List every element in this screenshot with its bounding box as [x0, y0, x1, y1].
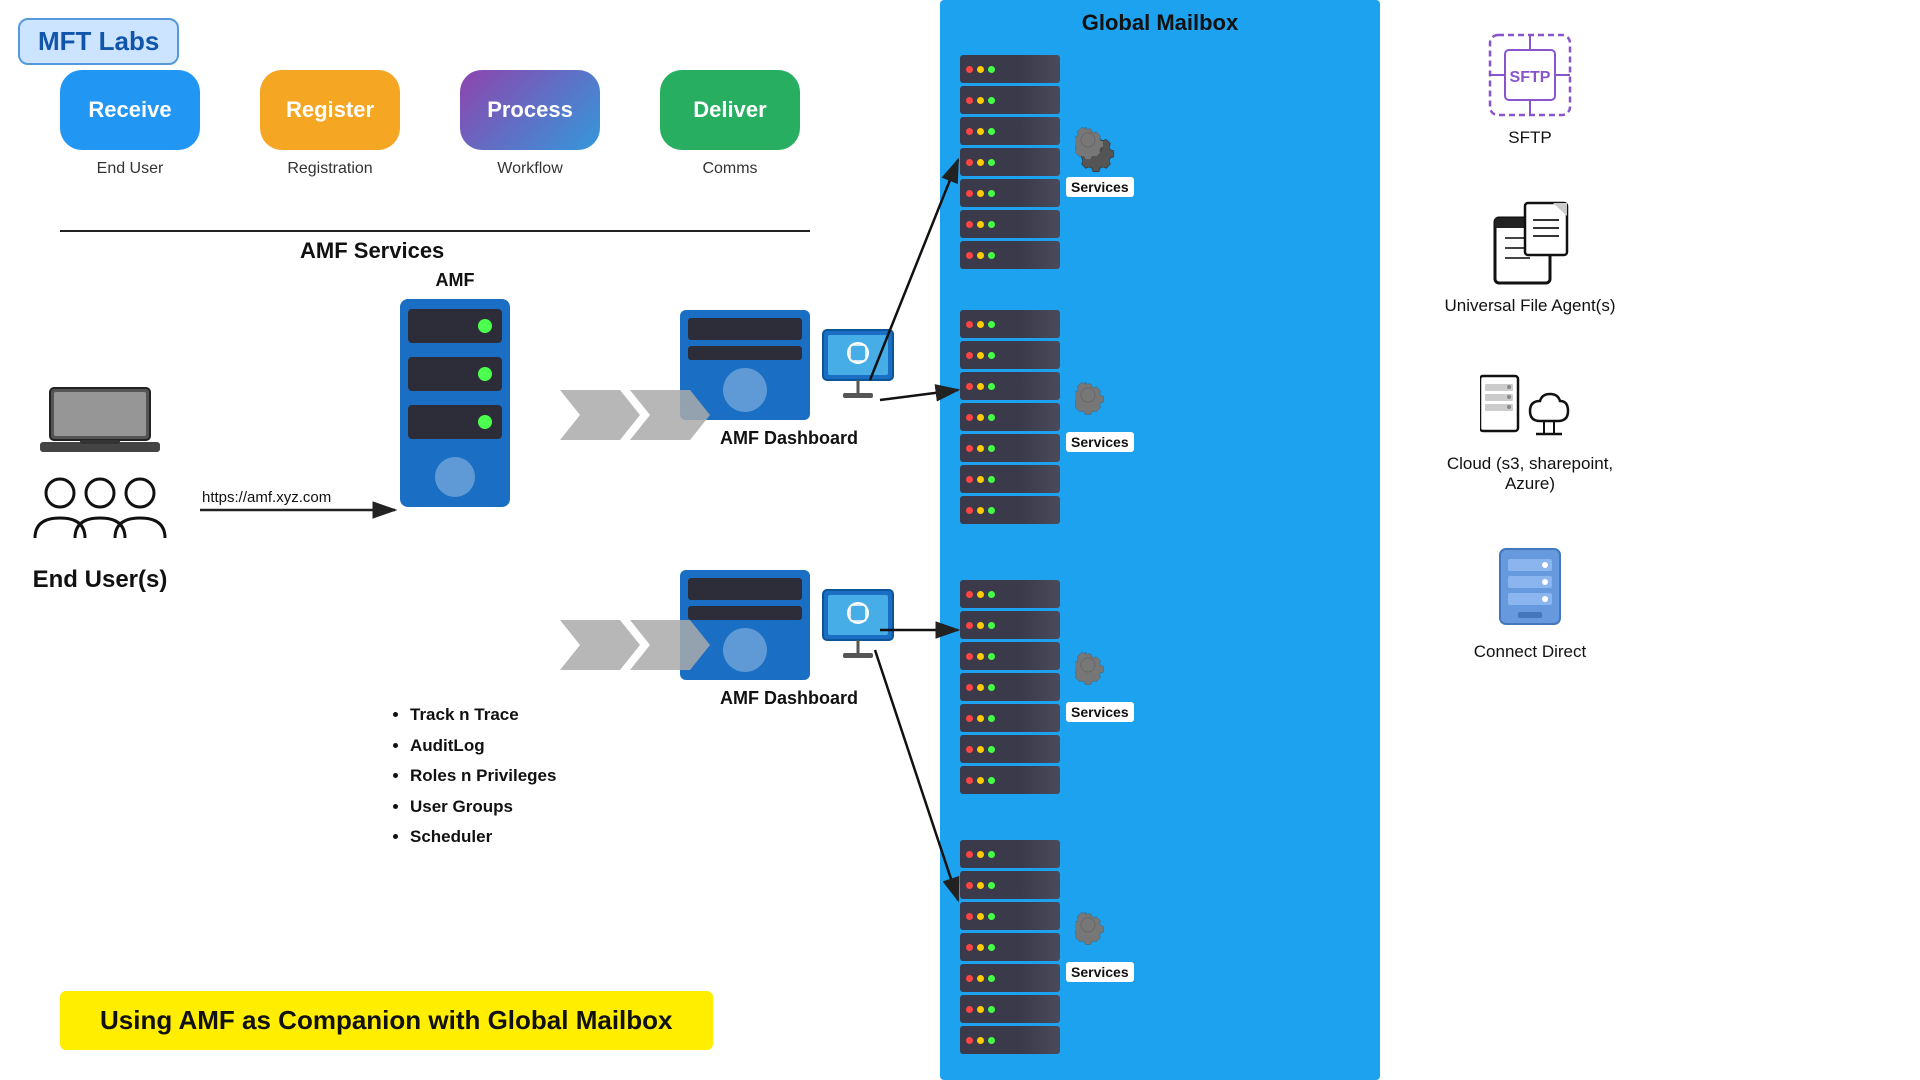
pill-receive-label: End User: [97, 160, 164, 178]
divider: [60, 230, 810, 232]
connect-direct-label: Connect Direct: [1474, 642, 1586, 662]
sftp-label: SFTP: [1508, 128, 1551, 148]
svg-text:https://amf.xyz.com: https://amf.xyz.com: [202, 489, 331, 506]
server-row-1: [408, 309, 502, 343]
dashboard-label-2: AMF Dashboard: [720, 688, 858, 709]
monitor-icon-2: [818, 585, 898, 665]
amf-services-title: AMF Services: [300, 238, 444, 264]
pill-process: Process: [460, 70, 600, 150]
laptop-icon: [40, 380, 160, 465]
global-mailbox-label: Global Mailbox: [940, 10, 1380, 36]
cloud-icon: [1480, 366, 1580, 446]
pill-process-label: Workflow: [497, 160, 563, 178]
pill-register: Register: [260, 70, 400, 150]
dashboard-unit-2: AMF Dashboard: [680, 570, 898, 709]
gm-services-label-2: Services: [1066, 432, 1134, 452]
connect-direct-icon-item: Connect Direct: [1440, 544, 1620, 662]
feature-3: Roles n Privileges: [410, 761, 556, 792]
feature-2: AuditLog: [410, 731, 556, 762]
gear-icon-1: [1075, 127, 1125, 177]
gm-server-stack-2: Services: [960, 310, 1134, 524]
server-dot-1: [478, 319, 492, 333]
ufa-icon: [1485, 198, 1575, 288]
gm-services-label-4: Services: [1066, 962, 1134, 982]
cloud-label: Cloud (s3, sharepoint, Azure): [1440, 454, 1620, 494]
server-row-3: [408, 405, 502, 439]
end-user-label: End User(s): [33, 566, 168, 594]
monitor-icon-1: [818, 325, 898, 405]
pill-deliver-label: Comms: [702, 160, 757, 178]
dashboard-box-2: [680, 570, 810, 680]
gm-server-stack-1: Services: [960, 55, 1134, 269]
gear-icon-2: [1075, 382, 1125, 432]
mft-labs-badge: MFT Labs: [18, 18, 179, 65]
pill-deliver-wrapper: Deliver Comms: [660, 70, 800, 178]
dashboard-label-1: AMF Dashboard: [720, 428, 858, 449]
pill-deliver: Deliver: [660, 70, 800, 150]
amf-features-list: Track n Trace AuditLog Roles n Privilege…: [390, 700, 556, 853]
feature-1: Track n Trace: [410, 700, 556, 731]
pill-receive-wrapper: Receive End User: [60, 70, 200, 178]
pill-register-wrapper: Register Registration: [260, 70, 400, 178]
server-circle-bottom: [435, 457, 475, 497]
gm-services-label-1: Services: [1066, 177, 1134, 197]
svg-text:SFTP: SFTP: [1510, 69, 1551, 86]
server-dot-2: [478, 367, 492, 381]
feature-4: User Groups: [410, 792, 556, 823]
dashboard-box-1: [680, 310, 810, 420]
end-user-section: End User(s): [30, 380, 170, 594]
gm-services-label-3: Services: [1066, 702, 1134, 722]
gm-server-stack-3: Services: [960, 580, 1134, 794]
server-dot-3: [478, 415, 492, 429]
gear-icon-3: [1075, 652, 1125, 702]
right-icons-panel: SFTP SFTP Universal File Agent(s): [1440, 30, 1620, 662]
gm-server-stack-4: Services: [960, 840, 1134, 1054]
amf-server-label: AMF: [400, 270, 510, 291]
pill-register-label: Registration: [287, 160, 372, 178]
pill-process-wrapper: Process Workflow: [460, 70, 600, 178]
gear-icon-4: [1075, 912, 1125, 962]
ufa-icon-item: Universal File Agent(s): [1440, 198, 1620, 316]
sftp-icon-item: SFTP SFTP: [1440, 30, 1620, 148]
cloud-icon-item: Cloud (s3, sharepoint, Azure): [1440, 366, 1620, 494]
connect-direct-icon: [1490, 544, 1570, 634]
sftp-icon: SFTP: [1485, 30, 1575, 120]
amf-server-section: AMF: [400, 270, 510, 507]
bottom-banner: Using AMF as Companion with Global Mailb…: [60, 991, 713, 1050]
dashboard-unit-1: AMF Dashboard: [680, 310, 898, 449]
top-flow: Receive End User Register Registration P…: [60, 70, 800, 178]
amf-server-tower: [400, 299, 510, 507]
pill-receive: Receive: [60, 70, 200, 150]
users-group-icon: [30, 473, 170, 558]
feature-5: Scheduler: [410, 822, 556, 853]
ufa-label: Universal File Agent(s): [1444, 296, 1615, 316]
server-row-2: [408, 357, 502, 391]
